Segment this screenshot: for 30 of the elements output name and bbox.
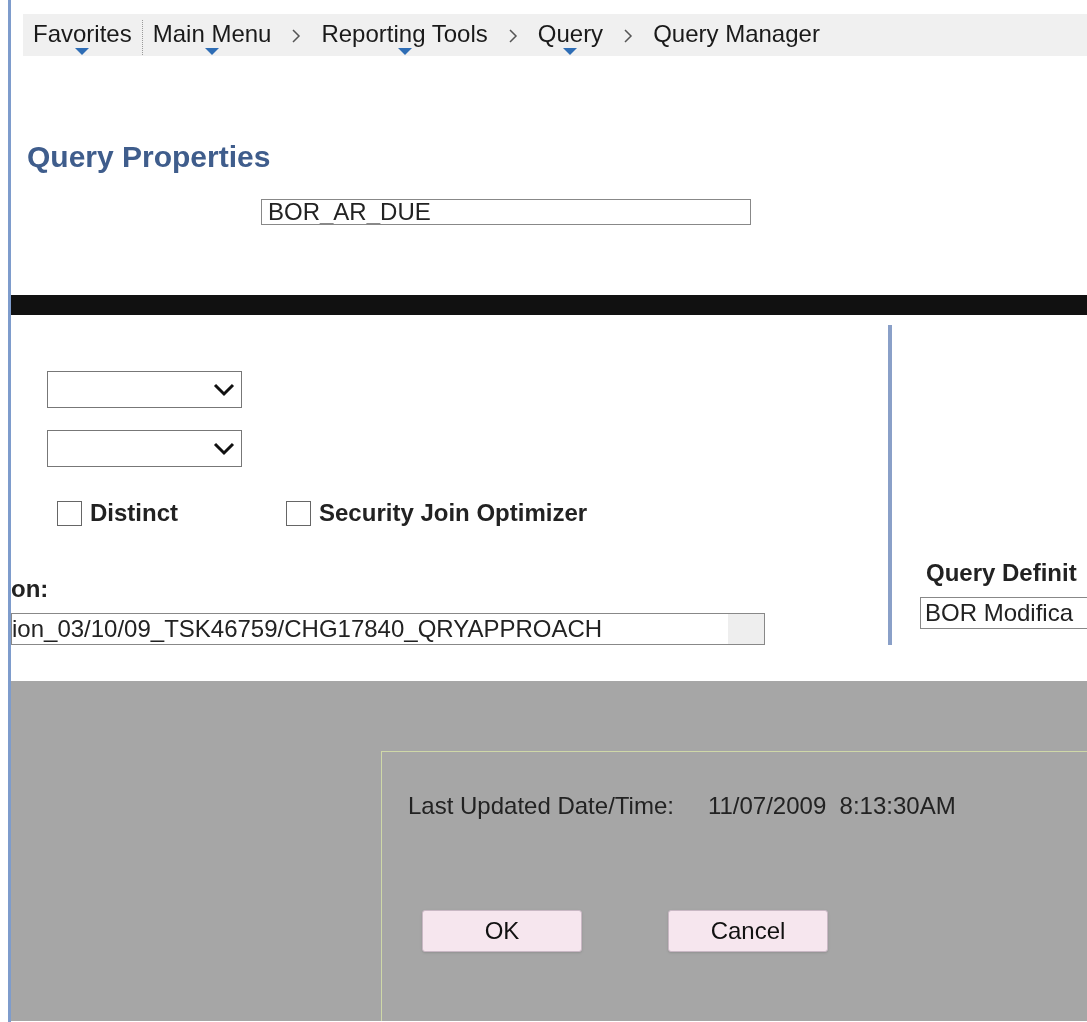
description-label: on: (11, 574, 50, 604)
description-field[interactable]: ion_03/10/09_TSK46759/CHG17840_QRYAPPROACH (11, 613, 765, 645)
breadcrumb-link[interactable]: Query (527, 20, 644, 55)
breadcrumb-link[interactable]: Favorites (23, 20, 142, 55)
dropdown-arrow-icon (205, 48, 220, 55)
dropdown-field[interactable] (47, 430, 242, 467)
chevron-down-icon (213, 382, 235, 397)
ok-button[interactable]: OK (422, 910, 582, 952)
query-name-field[interactable]: BOR_AR_DUE (261, 199, 751, 225)
breadcrumb-link[interactable]: Query Manager (643, 20, 830, 48)
checkbox[interactable] (286, 500, 311, 526)
chevron-down-icon (213, 441, 235, 456)
query-definition-label: Query Definit (926, 558, 1078, 588)
chevron-right-icon (291, 28, 302, 44)
last-updated-label: Last Updated Date/Time: (408, 791, 674, 821)
breadcrumb-link[interactable]: Main Menu (141, 20, 312, 55)
dropdown-field[interactable] (47, 371, 242, 408)
dropdown-arrow-icon (397, 48, 412, 55)
cancel-button[interactable]: Cancel (668, 910, 828, 952)
query-definition-field[interactable]: BOR Modifica (920, 597, 1087, 629)
breadcrumb-link[interactable]: Reporting Tools (311, 20, 528, 55)
checkbox[interactable] (57, 500, 82, 526)
dropdown-arrow-icon (563, 48, 578, 55)
dropdown-arrow-icon (75, 48, 90, 55)
last-updated-value: 11/07/2009 8:13:30AM (707, 791, 956, 821)
chevron-right-icon (623, 28, 634, 44)
checkbox-label: Distinct (90, 498, 178, 528)
chevron-right-icon (507, 28, 518, 44)
checkbox-label: Security Join Optimizer (319, 498, 588, 528)
page-title: Query Properties (27, 139, 272, 175)
